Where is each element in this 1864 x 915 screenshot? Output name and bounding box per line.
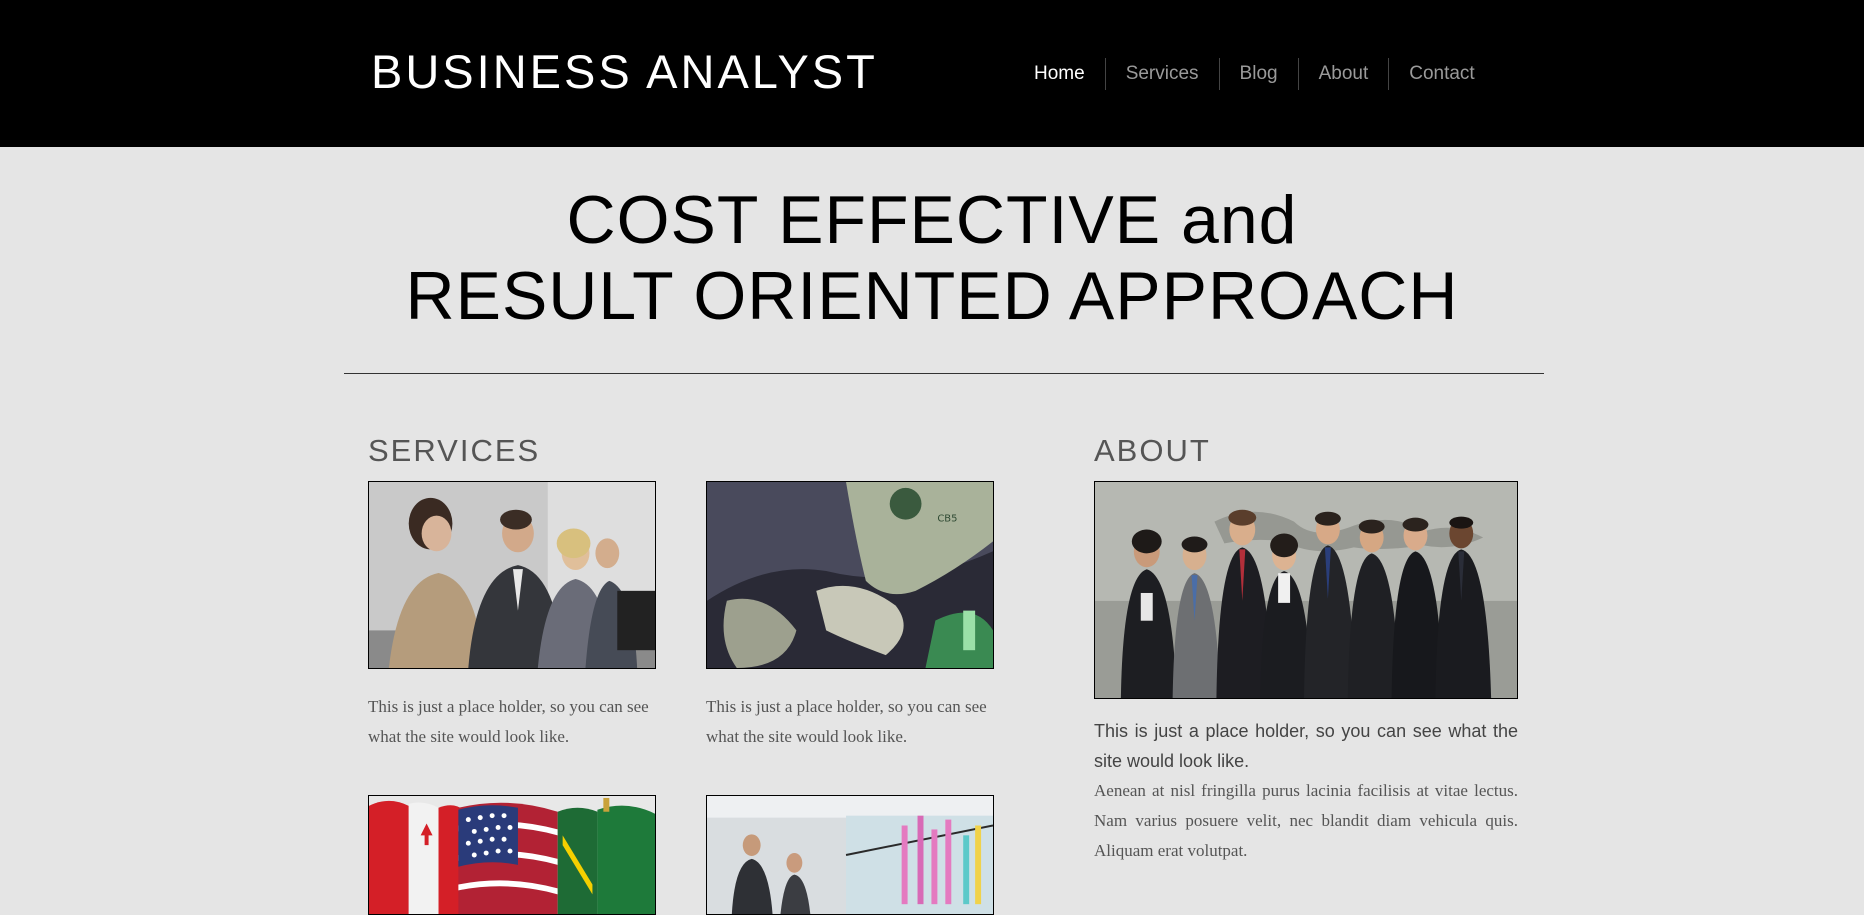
hero-line-1: COST EFFECTIVE and xyxy=(566,182,1298,258)
about-title: ABOUT xyxy=(1094,433,1211,468)
service-caption-2: This is just a place holder, so you can … xyxy=(706,697,987,746)
site-header: BUSINESS ANALYST Home Services Blog Abou… xyxy=(0,0,1864,147)
nav-contact[interactable]: Contact xyxy=(1388,58,1494,90)
nav-about[interactable]: About xyxy=(1297,58,1389,90)
services-title: SERVICES xyxy=(368,433,541,468)
hero-line-2: RESULT ORIENTED APPROACH xyxy=(405,258,1459,334)
nav-blog[interactable]: Blog xyxy=(1218,58,1298,90)
nav-home[interactable]: Home xyxy=(1014,58,1105,90)
service-caption-1: This is just a place holder, so you can … xyxy=(368,697,649,746)
nav-services[interactable]: Services xyxy=(1104,58,1219,90)
hero-divider xyxy=(344,373,1544,374)
business-team-image[interactable] xyxy=(1094,481,1518,699)
call-center-team-image[interactable] xyxy=(368,481,656,669)
site-logo[interactable]: BUSINESS ANALYST xyxy=(371,46,878,98)
world-flags-image[interactable] xyxy=(368,795,656,915)
main-nav: Home Services Blog About Contact xyxy=(1014,58,1495,90)
about-lead: This is just a place holder, so you can … xyxy=(1094,721,1518,771)
hero-heading: COST EFFECTIVE and RESULT ORIENTED APPRO… xyxy=(0,182,1864,334)
dollar-puzzle-image[interactable]: CB5 xyxy=(706,481,994,669)
about-body: Aenean at nisl fringilla purus lacinia f… xyxy=(1094,781,1518,860)
svg-text:CB5: CB5 xyxy=(937,514,957,525)
presentation-chart-image[interactable] xyxy=(706,795,994,915)
